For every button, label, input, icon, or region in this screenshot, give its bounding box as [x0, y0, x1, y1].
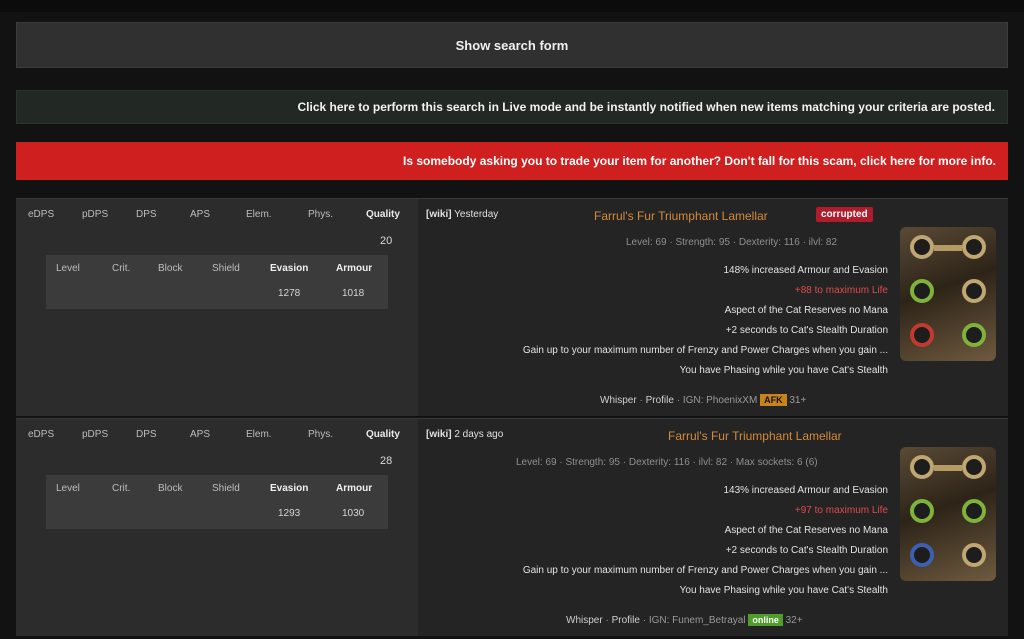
item-name[interactable]: Farrul's Fur Triumphant Lamellar [594, 209, 768, 223]
whisper-link[interactable]: Whisper [600, 395, 637, 406]
item-row: eDPS pDPS DPS APS Elem. Phys. Quality 28… [16, 418, 1008, 636]
socket-link [934, 465, 962, 471]
evasion-value: 1278 [278, 288, 301, 299]
mod-line: +2 seconds to Cat's Stealth Duration [725, 325, 888, 336]
col-evasion: Evasion [270, 483, 309, 494]
live-mode-notice[interactable]: Click here to perform this search in Liv… [16, 90, 1008, 124]
col-edps: eDPS [28, 429, 55, 440]
seller-info: Whisper · Profile · IGN: Funem_Betrayal … [566, 614, 803, 626]
online-status-badge: online [748, 614, 783, 626]
whisper-link[interactable]: Whisper [566, 615, 603, 626]
mod-line: You have Phasing while you have Cat's St… [679, 585, 888, 596]
mod-line: Aspect of the Cat Reserves no Mana [724, 305, 888, 316]
mod-line: 148% increased Armour and Evasion [723, 265, 888, 276]
col-phys: Phys. [308, 429, 334, 440]
col-dps: DPS [136, 429, 157, 440]
col-level: Level [56, 263, 80, 274]
item-row: eDPS pDPS DPS APS Elem. Phys. Quality 20… [16, 198, 1008, 416]
show-search-form-button[interactable]: Show search form [16, 22, 1008, 68]
col-evasion: Evasion [270, 263, 309, 274]
defence-table: Level Crit. Block Shield Evasion Armour … [46, 255, 388, 309]
armour-value: 1018 [342, 288, 365, 299]
mod-line: +97 to maximum Life [794, 505, 888, 516]
item-image [900, 227, 996, 361]
seller-ign: IGN: PhoenixXM [682, 395, 758, 406]
col-elem: Elem. [246, 209, 272, 220]
profile-link[interactable]: Profile [646, 395, 674, 406]
socket-icon [910, 235, 934, 259]
seller-rank: 32+ [785, 615, 803, 626]
quality-value: 20 [380, 235, 393, 247]
mod-line: +2 seconds to Cat's Stealth Duration [725, 545, 888, 556]
item-panel: [wiki] 2 days ago Farrul's Fur Triumphan… [418, 419, 1008, 636]
col-shield: Shield [212, 263, 240, 274]
wiki-link[interactable]: [wiki] 2 days ago [426, 429, 503, 440]
item-requirements: Level: 69 · Strength: 95 · Dexterity: 11… [516, 457, 818, 468]
seller-rank: 31+ [789, 395, 807, 406]
col-block: Block [158, 483, 183, 494]
mod-line: +88 to maximum Life [794, 285, 888, 296]
seller-ign: IGN: Funem_Betrayal [648, 615, 746, 626]
col-dps: DPS [136, 209, 157, 220]
socket-icon [910, 499, 934, 523]
col-edps: eDPS [28, 209, 55, 220]
socket-icon [910, 543, 934, 567]
mod-line: Gain up to your maximum number of Frenzy… [522, 565, 888, 576]
socket-icon [962, 543, 986, 567]
socket-link [934, 245, 962, 251]
quality-value: 28 [380, 455, 393, 467]
col-crit: Crit. [112, 263, 131, 274]
socket-icon [962, 455, 986, 479]
socket-icon [962, 235, 986, 259]
col-quality: Quality [366, 209, 400, 220]
socket-icon [910, 279, 934, 303]
col-armour: Armour [336, 483, 373, 494]
col-crit: Crit. [112, 483, 131, 494]
profile-link[interactable]: Profile [612, 615, 640, 626]
col-aps: APS [190, 209, 211, 220]
seller-info: Whisper · Profile · IGN: PhoenixXM AFK 3… [600, 394, 807, 406]
col-elem: Elem. [246, 429, 272, 440]
col-pdps: pDPS [82, 209, 109, 220]
mod-line: You have Phasing while you have Cat's St… [679, 365, 888, 376]
evasion-value: 1293 [278, 508, 301, 519]
socket-icon [962, 499, 986, 523]
col-pdps: pDPS [82, 429, 109, 440]
col-level: Level [56, 483, 80, 494]
wiki-link[interactable]: [wiki] Yesterday [426, 209, 498, 220]
top-bar [0, 0, 1024, 12]
col-phys: Phys. [308, 209, 334, 220]
item-requirements: Level: 69 · Strength: 95 · Dexterity: 11… [626, 237, 838, 248]
mod-line: Gain up to your maximum number of Frenzy… [522, 345, 888, 356]
item-panel: [wiki] Yesterday Farrul's Fur Triumphant… [418, 199, 1008, 416]
col-armour: Armour [336, 263, 373, 274]
corrupted-badge: corrupted [816, 207, 873, 222]
mod-line: 143% increased Armour and Evasion [723, 485, 888, 496]
item-image [900, 447, 996, 581]
socket-icon [962, 279, 986, 303]
col-shield: Shield [212, 483, 240, 494]
mod-line: Aspect of the Cat Reserves no Mana [724, 525, 888, 536]
stats-panel: eDPS pDPS DPS APS Elem. Phys. Quality 20… [16, 199, 418, 416]
scam-warning-banner[interactable]: Is somebody asking you to trade your ite… [16, 142, 1008, 180]
col-quality: Quality [366, 429, 400, 440]
stats-panel: eDPS pDPS DPS APS Elem. Phys. Quality 28… [16, 419, 418, 636]
col-block: Block [158, 263, 183, 274]
armour-value: 1030 [342, 508, 365, 519]
socket-icon [910, 323, 934, 347]
col-aps: APS [190, 429, 211, 440]
afk-status-badge: AFK [760, 394, 787, 406]
defence-table: Level Crit. Block Shield Evasion Armour … [46, 475, 388, 529]
item-name[interactable]: Farrul's Fur Triumphant Lamellar [668, 429, 842, 443]
socket-icon [910, 455, 934, 479]
socket-icon [962, 323, 986, 347]
